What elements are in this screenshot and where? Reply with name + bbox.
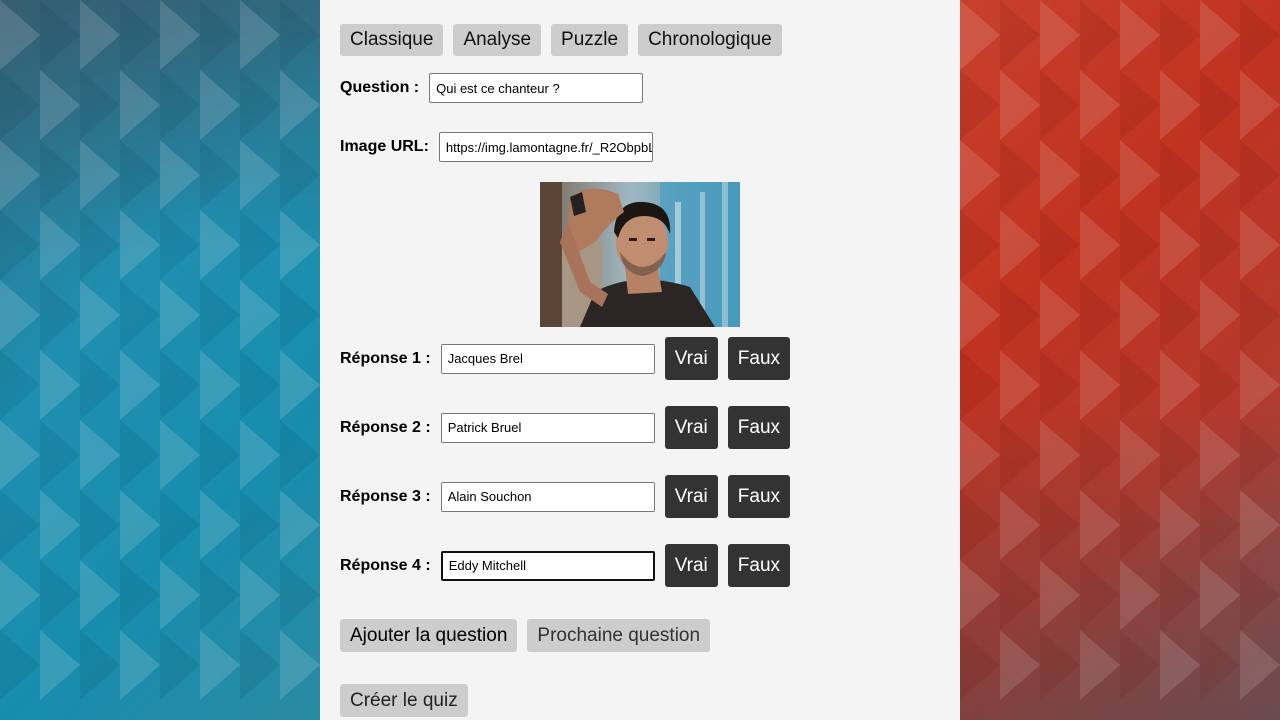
quiz-type-tabs: Classique Analyse Puzzle Chronologique bbox=[340, 24, 782, 56]
question-input[interactable]: Qui est ce chanteur ? bbox=[429, 73, 644, 103]
answer-label-2: Réponse 2 : bbox=[340, 418, 431, 436]
question-row: Question : Qui est ce chanteur ? bbox=[340, 73, 644, 103]
answer-input-3[interactable]: Alain Souchon bbox=[440, 481, 655, 512]
answer-4-false-button[interactable]: Faux bbox=[727, 544, 791, 587]
answer-row-4: Réponse 4 : Eddy Mitchell Vrai Faux bbox=[340, 544, 791, 587]
tab-analyse[interactable]: Analyse bbox=[453, 24, 542, 56]
tab-chronologique[interactable]: Chronologique bbox=[638, 24, 782, 56]
answer-3-false-button[interactable]: Faux bbox=[727, 475, 791, 518]
answer-input-1[interactable]: Jacques Brel bbox=[440, 343, 655, 374]
quiz-actions: Créer le quiz bbox=[340, 684, 468, 717]
question-label: Question : bbox=[340, 79, 420, 96]
add-question-button[interactable]: Ajouter la question bbox=[340, 619, 518, 652]
tab-classique[interactable]: Classique bbox=[340, 24, 444, 56]
right-triangle-pattern bbox=[960, 0, 1280, 700]
image-url-row: Image URL: https://img.lamontagne.fr/_R2… bbox=[340, 132, 653, 162]
image-url-input[interactable]: https://img.lamontagne.fr/_R2ObpbL bbox=[438, 132, 653, 162]
answer-row-3: Réponse 3 : Alain Souchon Vrai Faux bbox=[340, 475, 791, 518]
answer-2-true-button[interactable]: Vrai bbox=[664, 406, 718, 449]
image-url-label: Image URL: bbox=[340, 138, 429, 155]
answer-3-true-button[interactable]: Vrai bbox=[664, 475, 718, 518]
answer-row-1: Réponse 1 : Jacques Brel Vrai Faux bbox=[340, 337, 791, 380]
answer-4-true-button[interactable]: Vrai bbox=[664, 544, 718, 587]
create-quiz-button[interactable]: Créer le quiz bbox=[340, 684, 468, 717]
answer-label-1: Réponse 1 : bbox=[340, 349, 431, 367]
answer-2-false-button[interactable]: Faux bbox=[727, 406, 791, 449]
question-actions: Ajouter la question Prochaine question bbox=[340, 619, 711, 652]
quiz-editor-panel: Classique Analyse Puzzle Chronologique Q… bbox=[320, 0, 960, 720]
answer-label-4: Réponse 4 : bbox=[340, 556, 431, 574]
answer-row-2: Réponse 2 : Patrick Bruel Vrai Faux bbox=[340, 406, 791, 449]
next-question-button[interactable]: Prochaine question bbox=[527, 619, 711, 652]
tab-puzzle[interactable]: Puzzle bbox=[551, 24, 629, 56]
answer-input-4[interactable]: Eddy Mitchell bbox=[440, 550, 655, 581]
answer-input-2[interactable]: Patrick Bruel bbox=[440, 412, 655, 443]
right-background bbox=[960, 0, 1280, 720]
answer-1-false-button[interactable]: Faux bbox=[727, 337, 791, 380]
left-triangle-pattern bbox=[0, 0, 320, 700]
answer-label-3: Réponse 3 : bbox=[340, 487, 431, 505]
question-image bbox=[540, 182, 740, 327]
answer-1-true-button[interactable]: Vrai bbox=[664, 337, 718, 380]
left-background bbox=[0, 0, 320, 720]
